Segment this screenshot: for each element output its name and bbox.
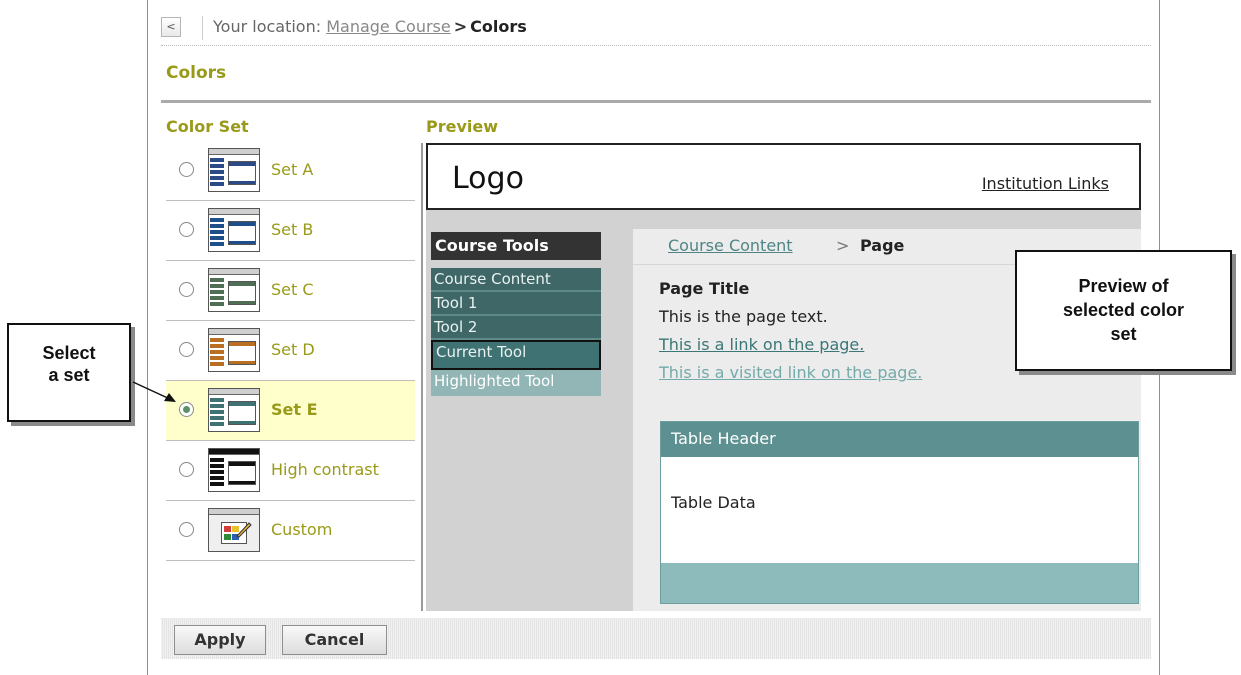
preview-breadcrumb-link: Course Content	[668, 236, 793, 255]
breadcrumb-bar: < Your location: Manage Course > Colors	[161, 12, 1151, 46]
preview-header: Logo Institution Links	[426, 143, 1141, 210]
color-set-label: Set B	[271, 220, 314, 239]
divider	[202, 16, 203, 40]
color-set-thumbnail-icon	[208, 268, 260, 312]
callout-select-set: Select a set	[7, 323, 131, 422]
color-set-thumbnail-icon	[208, 148, 260, 192]
color-set-option[interactable]: Set D	[166, 321, 415, 381]
title-divider	[161, 100, 1151, 103]
color-set-heading: Color Set	[166, 117, 249, 136]
color-set-radio[interactable]	[179, 462, 194, 477]
divider	[421, 143, 423, 611]
preview-heading: Preview	[426, 117, 499, 136]
color-set-label: High contrast	[271, 460, 379, 479]
preview-link: This is a link on the page.	[659, 335, 865, 354]
color-set-label: Set C	[271, 280, 314, 299]
preview-logo: Logo	[452, 161, 524, 196]
color-preview: Logo Institution Links Course Tools Cour…	[426, 143, 1141, 611]
preview-breadcrumb-current: Page	[860, 236, 905, 255]
preview-table-header: Table Header	[661, 422, 1138, 457]
color-set-thumbnail-icon	[208, 388, 260, 432]
preview-table: Table Header Table Data	[660, 421, 1139, 604]
preview-institution-links: Institution Links	[981, 174, 1109, 193]
color-set-radio[interactable]	[179, 222, 194, 237]
preview-tool-list: Course Content Tool 1 Tool 2 Current Too…	[431, 268, 601, 396]
button-bar: Apply Cancel	[161, 618, 1151, 659]
breadcrumb: Your location: Manage Course > Colors	[213, 17, 527, 36]
color-set-radio[interactable]	[179, 402, 194, 417]
color-set-thumbnail-icon	[208, 208, 260, 252]
color-set-label: Custom	[271, 520, 333, 539]
preview-visited-link: This is a visited link on the page.	[659, 363, 923, 382]
breadcrumb-separator: >	[453, 17, 468, 36]
color-set-radio[interactable]	[179, 342, 194, 357]
palette-icon	[208, 508, 260, 552]
color-set-thumbnail-icon	[208, 448, 260, 492]
color-set-list: Set A Set B Set C Set D Set E High contr…	[166, 141, 415, 561]
preview-tool-item: Tool 1	[431, 292, 601, 316]
preview-tool-item: Tool 2	[431, 316, 601, 340]
breadcrumb-current: Colors	[470, 17, 527, 36]
color-set-option[interactable]: Set C	[166, 261, 415, 321]
color-set-radio[interactable]	[179, 282, 194, 297]
color-set-label: Set E	[271, 400, 318, 419]
colors-window: < Your location: Manage Course > Colors Co…	[147, 0, 1160, 675]
color-set-option[interactable]: Set B	[166, 201, 415, 261]
callout-text: Select	[42, 343, 96, 363]
preview-table-data: Table Data	[671, 493, 756, 512]
page-title: Colors	[166, 63, 227, 83]
preview-tool-item-highlighted: Highlighted Tool	[431, 370, 601, 396]
preview-table-footer	[661, 563, 1138, 603]
callout-text: selected color	[1062, 300, 1185, 320]
color-set-option[interactable]: High contrast	[166, 441, 415, 501]
preview-breadcrumb-separator: >	[836, 236, 850, 255]
back-button[interactable]: <	[161, 17, 181, 37]
cancel-button[interactable]: Cancel	[282, 625, 387, 655]
color-set-label: Set D	[271, 340, 315, 359]
color-set-label: Set A	[271, 160, 314, 179]
breadcrumb-link-manage-course[interactable]: Manage Course	[326, 17, 451, 36]
color-set-option-selected[interactable]: Set E	[166, 381, 415, 441]
breadcrumb-prefix: Your location:	[213, 17, 322, 36]
color-set-option[interactable]: Custom	[166, 501, 415, 561]
color-set-radio[interactable]	[179, 522, 194, 537]
preview-course-menu: Course Tools Course Content Tool 1 Tool …	[431, 232, 601, 396]
apply-button[interactable]: Apply	[174, 625, 266, 655]
preview-page-title: Page Title	[659, 279, 750, 298]
color-set-thumbnail-icon	[208, 328, 260, 372]
preview-tool-item: Course Content	[431, 268, 601, 292]
color-set-radio[interactable]	[179, 162, 194, 177]
preview-tool-item-current: Current Tool	[431, 340, 601, 370]
preview-page-text: This is the page text.	[659, 307, 828, 326]
preview-course-tools-title: Course Tools	[431, 232, 601, 260]
callout-text: set	[1110, 324, 1137, 344]
callout-text: a set	[48, 365, 90, 385]
chevron-left-icon: <	[166, 20, 176, 33]
callout-text: Preview of	[1078, 276, 1169, 296]
callout-preview: Preview of selected color set	[1015, 250, 1232, 371]
color-set-option[interactable]: Set A	[166, 141, 415, 201]
